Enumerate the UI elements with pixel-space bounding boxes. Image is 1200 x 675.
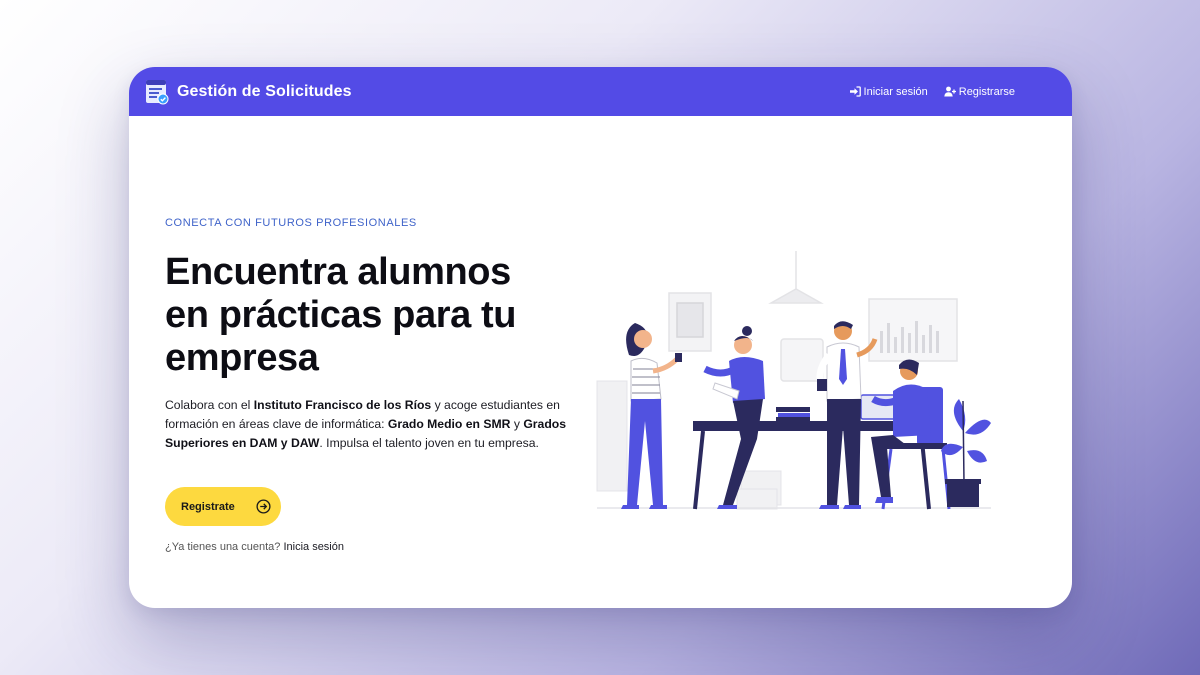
person-man-seated — [871, 359, 951, 510]
sign-in-icon — [849, 86, 861, 97]
arrow-right-circle-icon — [256, 499, 271, 514]
brand-title: Gestión de Solicitudes — [177, 82, 352, 100]
hero-headline: Encuentra alumnos en prácticas para tu e… — [165, 251, 575, 380]
plant — [941, 399, 991, 507]
desc-text-1: Colabora con el — [165, 398, 254, 412]
headline-line-2: en prácticas para tu — [165, 294, 517, 336]
register-nav-label: Registrarse — [958, 85, 1015, 98]
document-check-icon — [146, 79, 169, 104]
register-cta-label: Registrate — [181, 500, 235, 513]
login-nav-link[interactable]: Iniciar sesión — [849, 86, 928, 98]
desc-text-3: y — [510, 417, 524, 431]
login-link[interactable]: Inicia sesión — [283, 541, 344, 553]
top-navbar: Gestión de Solicitudes Iniciar sesión Re… — [129, 67, 1072, 116]
login-prompt: ¿Ya tienes una cuenta? Inicia sesión — [165, 541, 344, 553]
app-window: Gestión de Solicitudes Iniciar sesión Re… — [129, 67, 1072, 608]
hero-eyebrow: CONECTA CON FUTUROS PROFESIONALES — [165, 217, 417, 229]
nav-links: Iniciar sesión Registrarse — [849, 67, 1015, 116]
login-prompt-text: ¿Ya tienes una cuenta? — [165, 541, 281, 553]
register-cta-button[interactable]: Registrate — [165, 487, 281, 526]
login-nav-label: Iniciar sesión — [863, 85, 928, 98]
hero-section: CONECTA CON FUTUROS PROFESIONALES Encuen… — [165, 217, 575, 453]
user-plus-icon — [944, 86, 956, 97]
hero-description: Colabora con el Instituto Francisco de l… — [165, 396, 575, 453]
brand[interactable]: Gestión de Solicitudes — [145, 79, 352, 105]
desc-text-4: . Impulsa el talento joven en tu empresa… — [319, 436, 539, 450]
desc-bold-smr: Grado Medio en SMR — [387, 417, 511, 431]
team-illustration — [596, 251, 991, 510]
headline-line-1: Encuentra alumnos — [165, 251, 511, 293]
desc-bold-institute: Instituto Francisco de los Ríos — [253, 398, 432, 412]
register-nav-link[interactable]: Registrarse — [944, 86, 1015, 98]
headline-line-3: empresa — [165, 337, 319, 379]
